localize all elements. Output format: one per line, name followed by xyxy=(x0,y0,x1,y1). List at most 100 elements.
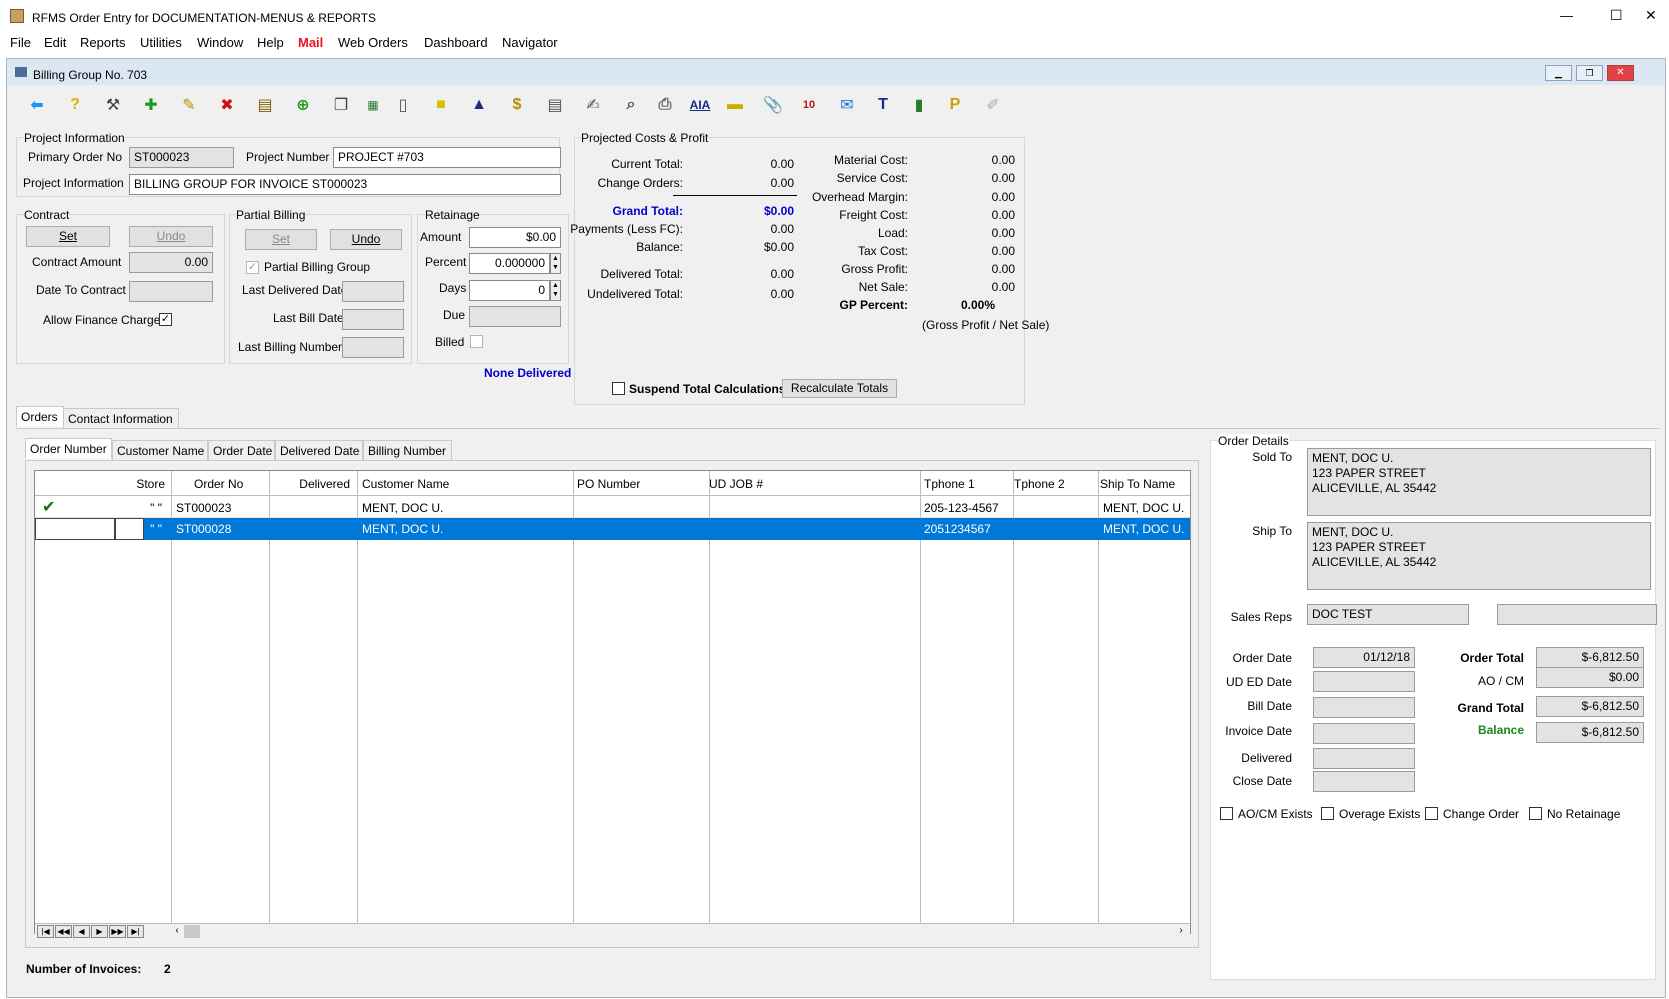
minimize-icon[interactable]: — xyxy=(1560,8,1573,23)
partial-set-button[interactable]: Set xyxy=(245,229,317,250)
subtab-customer-name[interactable]: Customer Name xyxy=(112,440,208,461)
menu-edit[interactable]: Edit xyxy=(44,35,66,50)
percent-spin-icon[interactable]: ▲ ▼ xyxy=(550,253,561,274)
col-store[interactable]: Store xyxy=(115,477,165,491)
col-delivered[interactable]: Delivered xyxy=(280,477,350,491)
close-date-label: Close Date xyxy=(1232,774,1292,788)
no-retainage-checkbox[interactable] xyxy=(1529,807,1542,820)
report-icon[interactable]: ▤ xyxy=(542,92,568,118)
delete-document-icon[interactable]: ✖ xyxy=(214,92,240,118)
close-icon[interactable]: ✕ xyxy=(1645,7,1657,24)
aia-icon[interactable]: AIA xyxy=(684,92,716,118)
col-customer-name[interactable]: Customer Name xyxy=(362,477,449,491)
calculator-icon[interactable]: ▦ xyxy=(360,92,386,118)
horizontal-scrollbar-thumb[interactable] xyxy=(184,925,200,938)
partial-billing-group-label: Partial Billing Group xyxy=(264,260,371,274)
subtab-billing-number[interactable]: Billing Number xyxy=(363,440,452,461)
project-information-input[interactable]: BILLING GROUP FOR INVOICE ST000023 xyxy=(129,174,561,195)
scroll-right-icon[interactable]: › xyxy=(1174,925,1188,938)
partial-billing-group-checkbox[interactable]: ✓ xyxy=(246,261,259,274)
contract-undo-button[interactable]: Undo xyxy=(129,226,213,247)
menu-file[interactable]: File xyxy=(10,35,31,50)
copy-pages-icon[interactable]: ❐ xyxy=(328,92,354,118)
menu-window[interactable]: Window xyxy=(197,35,243,50)
allow-finance-charge-checkbox[interactable]: ✓ xyxy=(159,313,172,326)
page-icon[interactable]: ▯ xyxy=(390,92,416,118)
book-icon[interactable]: ▮ xyxy=(906,92,932,118)
project-number-input[interactable]: PROJECT #703 xyxy=(333,147,561,168)
maximize-icon[interactable]: ☐ xyxy=(1610,7,1623,24)
project-number-label: Project Number xyxy=(246,150,330,164)
days-spin-icon[interactable]: ▲ ▼ xyxy=(550,280,561,301)
aocm-exists-checkbox[interactable] xyxy=(1220,807,1233,820)
order-total-label: Order Total xyxy=(1460,651,1524,665)
retainage-days-input[interactable]: 0 xyxy=(469,280,550,301)
add-document-icon[interactable]: ✚ xyxy=(138,92,164,118)
sign-document-icon[interactable]: ✍ xyxy=(580,92,606,118)
change-order-checkbox[interactable] xyxy=(1425,807,1438,820)
child-minimize-button[interactable]: ▁ xyxy=(1545,65,1572,81)
tab-contact-information[interactable]: Contact Information xyxy=(63,408,179,429)
col-order-no[interactable]: Order No xyxy=(194,477,243,491)
col-tphone2[interactable]: Tphone 2 xyxy=(1014,477,1065,491)
projected-costs-heading: Projected Costs & Profit xyxy=(581,131,709,145)
menu-mail[interactable]: Mail xyxy=(298,35,323,50)
suspend-calculations-checkbox[interactable] xyxy=(612,382,625,395)
back-arrow-icon[interactable]: ⬅ xyxy=(24,92,50,118)
menu-dashboard[interactable]: Dashboard xyxy=(424,35,488,50)
menu-web-orders[interactable]: Web Orders xyxy=(338,35,408,50)
scroll-left-icon[interactable]: ‹ xyxy=(170,925,184,938)
menu-utilities[interactable]: Utilities xyxy=(140,35,182,50)
nav-prev-page-icon[interactable]: ◀◀ xyxy=(55,925,72,938)
menu-help[interactable]: Help xyxy=(257,35,284,50)
subtab-delivered-date[interactable]: Delivered Date xyxy=(275,440,363,461)
recalculate-totals-button[interactable]: Recalculate Totals xyxy=(782,379,897,398)
triangle-icon[interactable]: ▲ xyxy=(466,92,492,118)
help-question-icon[interactable]: ? xyxy=(62,92,88,118)
col-ship-to-name[interactable]: Ship To Name xyxy=(1100,477,1175,491)
nav-next-icon[interactable]: ▶ xyxy=(91,925,108,938)
print-icon[interactable]: ⎙ xyxy=(652,92,678,118)
col-ud-job[interactable]: UD JOB # xyxy=(709,477,763,491)
pen-icon[interactable]: ✐ xyxy=(980,92,1006,118)
menu-navigator[interactable]: Navigator xyxy=(502,35,558,50)
subtab-order-number[interactable]: Order Number xyxy=(25,438,112,459)
child-restore-button[interactable]: ❐ xyxy=(1576,65,1603,81)
note-icon[interactable]: ■ xyxy=(428,92,454,118)
freight-cost-label: Freight Cost: xyxy=(839,208,908,222)
search-document-icon[interactable]: ⌕ xyxy=(618,92,644,118)
tools-icon[interactable]: ⚒ xyxy=(100,92,126,118)
retainage-amount-input[interactable]: $0.00 xyxy=(469,227,561,248)
partial-undo-button[interactable]: Undo xyxy=(330,229,402,250)
email-icon[interactable]: ✉ xyxy=(834,92,860,118)
add-page-icon[interactable]: ⊕ xyxy=(290,92,316,118)
money-document-icon[interactable]: $ xyxy=(504,92,530,118)
menu-reports[interactable]: Reports xyxy=(80,35,126,50)
calendar-icon[interactable]: 10 xyxy=(796,92,822,118)
col-po-number[interactable]: PO Number xyxy=(577,477,640,491)
nav-next-page-icon[interactable]: ▶▶ xyxy=(109,925,126,938)
nav-prev-icon[interactable]: ◀ xyxy=(73,925,90,938)
col-tphone1[interactable]: Tphone 1 xyxy=(924,477,975,491)
nav-last-icon[interactable]: ▶| xyxy=(127,925,144,938)
notebook-icon[interactable]: ▤ xyxy=(252,92,278,118)
child-close-button[interactable]: ✕ xyxy=(1607,65,1634,81)
close-date-field xyxy=(1313,771,1415,792)
row-edit-cell[interactable] xyxy=(35,518,115,540)
text-t-icon[interactable]: T xyxy=(870,92,896,118)
contract-amount-label: Contract Amount xyxy=(32,255,122,269)
nav-first-icon[interactable]: |◀ xyxy=(37,925,54,938)
tab-orders[interactable]: Orders xyxy=(16,406,64,427)
contract-set-button[interactable]: Set xyxy=(26,226,110,247)
gp-percent-label: GP Percent: xyxy=(839,298,908,312)
balance-label: Balance: xyxy=(636,240,683,254)
overage-exists-checkbox[interactable] xyxy=(1321,807,1334,820)
sales-rep-1-field: DOC TEST xyxy=(1307,604,1469,625)
paperclip-icon[interactable]: 📎 xyxy=(760,92,786,118)
parking-icon[interactable]: P xyxy=(942,92,968,118)
ticket-icon[interactable]: ▬ xyxy=(722,92,748,118)
retainage-billed-checkbox[interactable] xyxy=(470,335,483,348)
subtab-order-date[interactable]: Order Date xyxy=(208,440,275,461)
retainage-percent-input[interactable]: 0.000000 xyxy=(469,253,550,274)
edit-document-icon[interactable]: ✎ xyxy=(176,92,202,118)
